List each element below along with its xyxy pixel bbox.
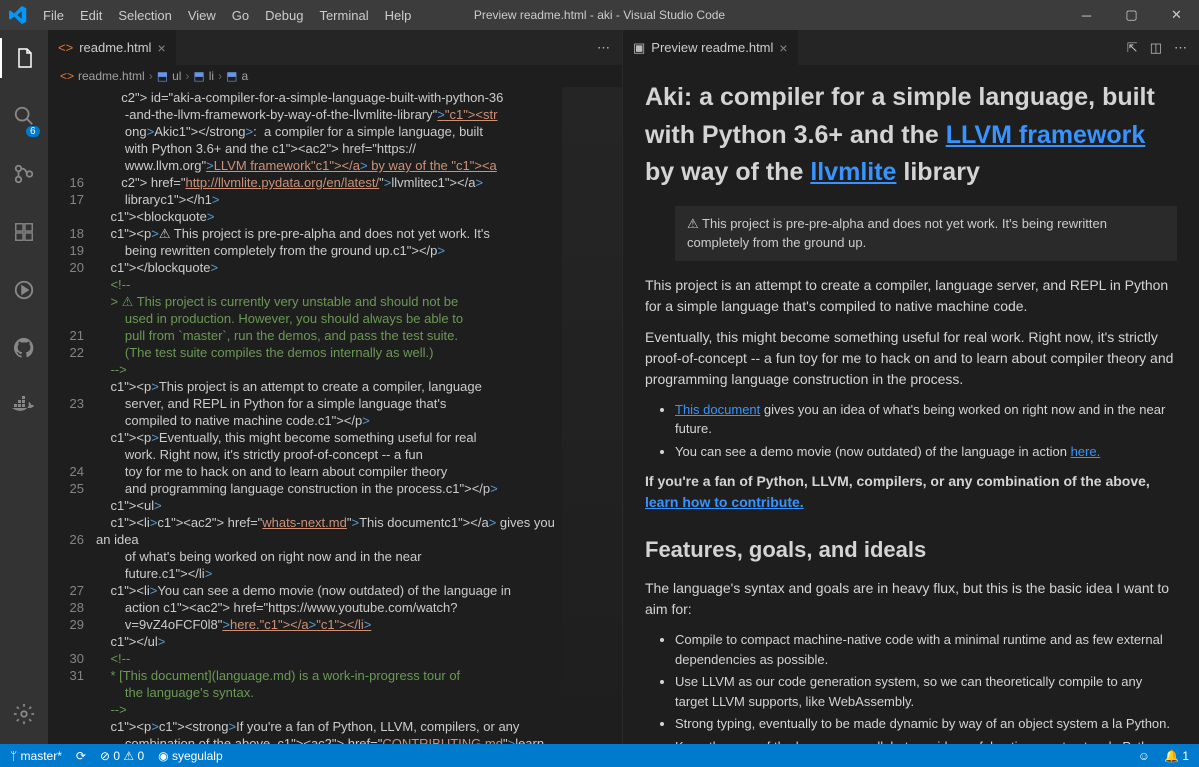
list-item: Strong typing, eventually to be made dyn… bbox=[675, 714, 1177, 734]
list-item: Compile to compact machine-native code w… bbox=[675, 630, 1177, 669]
extensions-icon[interactable] bbox=[0, 212, 48, 252]
preview-heading: Aki: a compiler for a simple language, b… bbox=[645, 79, 1177, 192]
titlebar: File Edit Selection View Go Debug Termin… bbox=[0, 0, 1199, 30]
feedback-icon[interactable]: ☺ bbox=[1138, 749, 1150, 763]
close-icon[interactable]: × bbox=[779, 40, 787, 56]
github-user[interactable]: ◉ syegulalp bbox=[158, 749, 223, 763]
editor-more-icon[interactable]: ⋯ bbox=[597, 40, 610, 56]
explorer-icon[interactable] bbox=[0, 38, 48, 78]
git-branch[interactable]: ᛘ master* bbox=[10, 749, 62, 763]
preview-paragraph: Eventually, this might become something … bbox=[645, 327, 1177, 390]
minimize-button[interactable]: ─ bbox=[1064, 0, 1109, 30]
breadcrumb-a[interactable]: a bbox=[241, 69, 248, 83]
preview-heading2: Features, goals, and ideals bbox=[645, 533, 1177, 566]
features-list: Compile to compact machine-native code w… bbox=[675, 630, 1177, 744]
menu-view[interactable]: View bbox=[180, 8, 224, 23]
preview-icon: ▣ bbox=[633, 40, 645, 56]
code-editor[interactable]: 1617 181920 2122 23 2425 26 272829 3031 … bbox=[48, 87, 622, 744]
open-externally-icon[interactable]: ⇱ bbox=[1127, 40, 1138, 56]
preview-pane[interactable]: Aki: a compiler for a simple language, b… bbox=[623, 65, 1199, 744]
menu-file[interactable]: File bbox=[35, 8, 72, 23]
search-icon[interactable] bbox=[0, 96, 48, 136]
preview-list: This document gives you an idea of what'… bbox=[675, 400, 1177, 462]
editor-group-right: ▣ Preview readme.html × ⇱ ◫ ⋯ Aki: a com… bbox=[623, 30, 1199, 744]
close-icon[interactable]: × bbox=[157, 40, 165, 56]
html-file-icon: <> bbox=[58, 40, 73, 55]
tab-label: Preview readme.html bbox=[651, 40, 773, 55]
preview-paragraph: This project is an attempt to create a c… bbox=[645, 275, 1177, 317]
link-contribute[interactable]: learn how to contribute. bbox=[645, 494, 804, 510]
tab-label: readme.html bbox=[79, 40, 151, 55]
statusbar: ᛘ master* ⟳ ⊘ 0 ⚠ 0 ◉ syegulalp ☺ 🔔 1 bbox=[0, 744, 1199, 767]
editor-group-left: <> readme.html × ⋯ <> readme.html ›⬒ul ›… bbox=[48, 30, 623, 744]
tab-preview-readme[interactable]: ▣ Preview readme.html × bbox=[623, 30, 799, 65]
line-gutter: 1617 181920 2122 23 2425 26 272829 3031 bbox=[48, 87, 96, 744]
menu-selection[interactable]: Selection bbox=[110, 8, 179, 23]
maximize-button[interactable]: ▢ bbox=[1109, 0, 1154, 30]
tab-readme-html[interactable]: <> readme.html × bbox=[48, 30, 177, 65]
menu-edit[interactable]: Edit bbox=[72, 8, 110, 23]
breadcrumb-li[interactable]: li bbox=[209, 69, 214, 83]
menu-go[interactable]: Go bbox=[224, 8, 257, 23]
notifications-icon[interactable]: 🔔 1 bbox=[1164, 749, 1189, 763]
list-item: This document gives you an idea of what'… bbox=[675, 400, 1177, 439]
preview-paragraph: The language's syntax and goals are in h… bbox=[645, 578, 1177, 620]
menubar: File Edit Selection View Go Debug Termin… bbox=[35, 8, 419, 23]
menu-help[interactable]: Help bbox=[377, 8, 420, 23]
list-item: Use LLVM as our code generation system, … bbox=[675, 672, 1177, 711]
settings-gear-icon[interactable] bbox=[0, 694, 48, 734]
split-editor-icon[interactable]: ◫ bbox=[1150, 40, 1162, 56]
link-here[interactable]: here. bbox=[1071, 444, 1101, 459]
preview-blockquote: ⚠ This project is pre-pre-alpha and does… bbox=[675, 206, 1177, 261]
breadcrumb-file[interactable]: readme.html bbox=[78, 69, 145, 83]
link-llvm-framework[interactable]: LLVM framework bbox=[946, 121, 1146, 149]
vscode-logo-icon bbox=[0, 6, 35, 24]
scm-badge: 6 bbox=[26, 126, 40, 137]
code-lines[interactable]: c2"> id="aki-a-compiler-for-a-simple-lan… bbox=[96, 87, 562, 744]
github-icon[interactable] bbox=[0, 328, 48, 368]
link-llvmlite[interactable]: llvmlite bbox=[810, 158, 896, 186]
list-item: You can see a demo movie (now outdated) … bbox=[675, 442, 1177, 462]
breadcrumb-ul[interactable]: ul bbox=[172, 69, 181, 83]
menu-debug[interactable]: Debug bbox=[257, 8, 311, 23]
list-item: Keep the core of the language small, but… bbox=[675, 737, 1177, 745]
sync-icon[interactable]: ⟳ bbox=[76, 749, 86, 763]
source-control-icon[interactable] bbox=[0, 154, 48, 194]
html-file-icon: <> bbox=[60, 69, 74, 83]
close-window-button[interactable]: ✕ bbox=[1154, 0, 1199, 30]
window-controls: ─ ▢ ✕ bbox=[1064, 0, 1199, 30]
tabbar-left: <> readme.html × ⋯ bbox=[48, 30, 622, 65]
tabbar-right: ▣ Preview readme.html × ⇱ ◫ ⋯ bbox=[623, 30, 1199, 65]
problems-status[interactable]: ⊘ 0 ⚠ 0 bbox=[100, 749, 144, 763]
breadcrumb[interactable]: <> readme.html ›⬒ul ›⬒li ›⬒a bbox=[48, 65, 622, 87]
activity-bar: 6 bbox=[0, 30, 48, 744]
editor-more-icon[interactable]: ⋯ bbox=[1174, 40, 1187, 56]
preview-paragraph: If you're a fan of Python, LLVM, compile… bbox=[645, 471, 1177, 513]
docker-icon[interactable] bbox=[0, 386, 48, 426]
menu-terminal[interactable]: Terminal bbox=[311, 8, 376, 23]
link-this-document[interactable]: This document bbox=[675, 402, 760, 417]
minimap[interactable] bbox=[562, 87, 622, 744]
debug-icon[interactable] bbox=[0, 270, 48, 310]
